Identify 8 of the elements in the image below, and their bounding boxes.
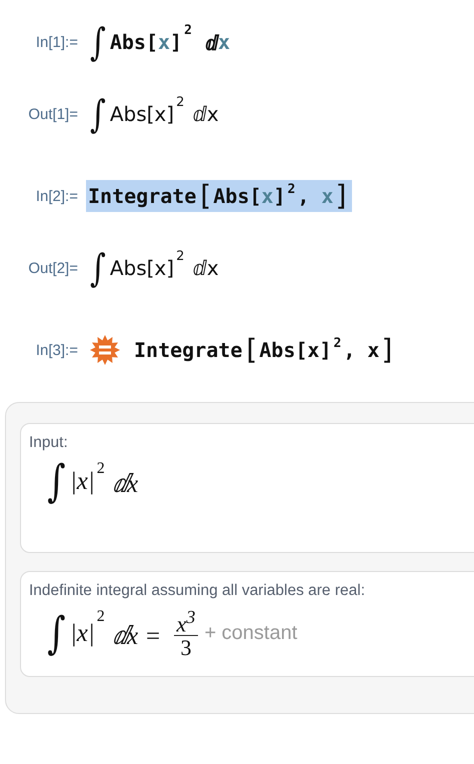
pod-title: Indefinite integral assuming all variables are real:: [29, 582, 366, 600]
cell-label: In[3]:=: [34, 342, 79, 358]
cell-label: In[2]:=: [34, 188, 79, 204]
pod-title: Input:: [29, 434, 69, 452]
cell-label: In[1]:=: [34, 34, 79, 50]
cell-label: Out[1]=: [27, 106, 79, 122]
starburst-icon: [90, 335, 120, 365]
cell-label: Out[2]=: [27, 260, 79, 276]
